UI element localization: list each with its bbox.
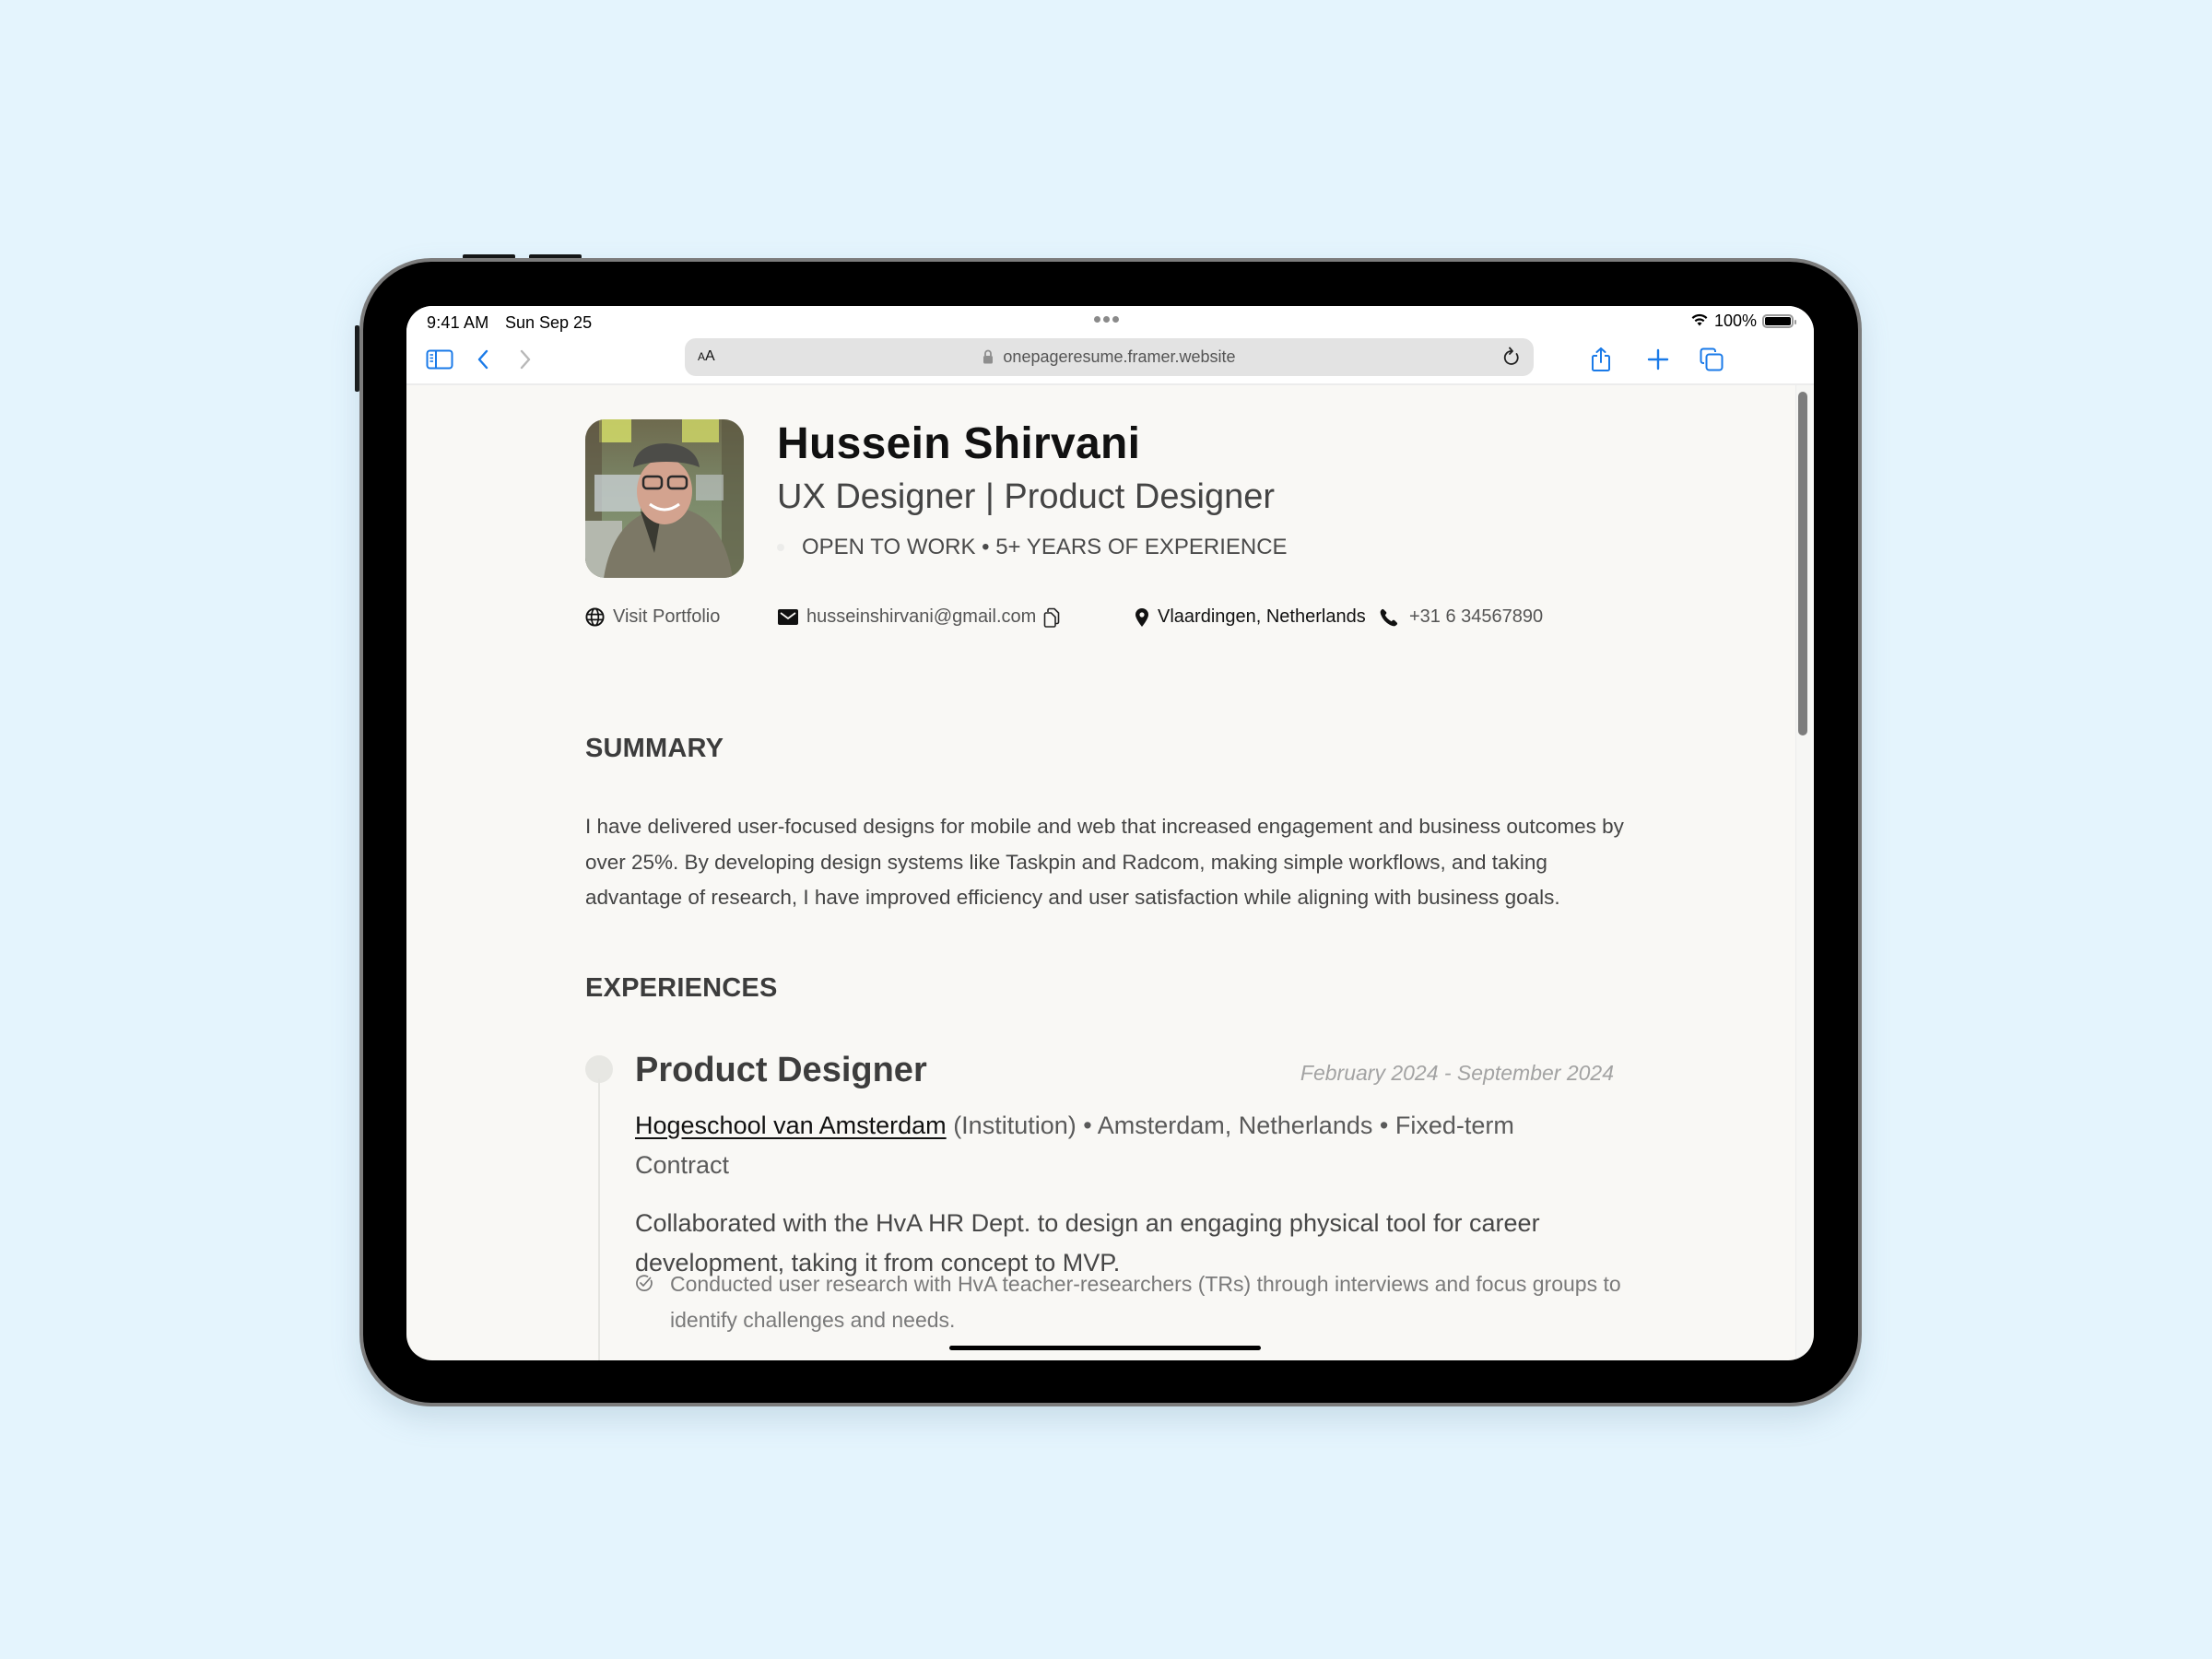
experiences-heading: EXPERIENCES [585, 973, 778, 1003]
battery-percent: 100% [1713, 312, 1757, 330]
forward-icon[interactable] [511, 345, 540, 374]
profile-role: UX Designer | Product Designer [777, 477, 1275, 516]
browser-toolbar: AA onepageresume.framer.website [406, 334, 1814, 385]
status-bar: 9:41 AM Sun Sep 25 100% [406, 306, 1814, 334]
summary-heading: SUMMARY [585, 734, 724, 763]
wifi-icon [1690, 312, 1709, 331]
ipad-screen: 9:41 AM Sun Sep 25 100% AA onepageresume… [406, 306, 1814, 1360]
work-status: OPEN TO WORK • 5+ YEARS OF EXPERIENCE [777, 535, 1288, 560]
multitasking-dots[interactable] [1094, 316, 1119, 323]
meta-separator: • [1379, 1112, 1389, 1139]
portfolio-link[interactable]: Visit Portfolio [585, 606, 720, 628]
address-bar[interactable]: AA onepageresume.framer.website [685, 338, 1534, 376]
web-content: Hussein Shirvani UX Designer | Product D… [406, 385, 1814, 1360]
url-text: onepageresume.framer.website [1003, 347, 1236, 366]
job-location: Amsterdam, Netherlands [1097, 1112, 1373, 1139]
portfolio-label: Visit Portfolio [613, 606, 721, 627]
back-icon[interactable] [468, 345, 498, 374]
tabs-icon[interactable] [1697, 345, 1726, 374]
meta-separator: • [1083, 1112, 1092, 1139]
sidebar-icon[interactable] [425, 345, 454, 374]
scrollbar[interactable] [1798, 392, 1807, 735]
location-text: Vlaardingen, Netherlands [1158, 606, 1366, 627]
bullet-text: Conducted user research with HvA teacher… [670, 1272, 1621, 1332]
phone-number[interactable]: +31 6 34567890 [1409, 606, 1543, 628]
check-circle-icon [635, 1274, 653, 1337]
battery-icon [1762, 314, 1796, 328]
email-address[interactable]: husseinshirvani@gmail.com [806, 606, 1036, 628]
status-date: Sun Sep 25 [505, 313, 593, 332]
new-tab-icon[interactable] [1643, 345, 1673, 374]
job-meta: Hogeschool van Amsterdam (Institution) •… [635, 1106, 1612, 1185]
map-pin-icon [1135, 607, 1149, 628]
lock-icon [982, 349, 994, 369]
job-title: Product Designer [635, 1051, 927, 1089]
organization-link[interactable]: Hogeschool van Amsterdam [635, 1112, 947, 1139]
home-indicator[interactable] [949, 1346, 1261, 1350]
copy-icon[interactable] [1043, 607, 1060, 628]
job-dates: February 2024 - September 2024 [1300, 1061, 1614, 1085]
summary-text: I have delivered user-focused designs fo… [585, 815, 1624, 909]
avatar [585, 419, 744, 578]
reload-icon[interactable] [1502, 347, 1521, 371]
phone-icon [1380, 608, 1398, 627]
status-indicator-icon [777, 544, 784, 551]
share-icon[interactable] [1586, 345, 1616, 374]
mail-icon [778, 609, 798, 625]
profile-name: Hussein Shirvani [777, 419, 1141, 468]
work-status-text: OPEN TO WORK • 5+ YEARS OF EXPERIENCE [802, 535, 1288, 559]
job-bullet: Conducted user research with HvA teacher… [635, 1266, 1621, 1337]
org-type: (Institution) [953, 1112, 1077, 1139]
location-contact: Vlaardingen, Netherlands [1135, 606, 1366, 628]
email-contact: husseinshirvani@gmail.com [778, 606, 1060, 628]
status-time: 9:41 AM [427, 313, 489, 332]
phone-contact: +31 6 34567890 [1380, 606, 1543, 628]
globe-icon [585, 607, 605, 627]
timeline-line [598, 1078, 600, 1360]
